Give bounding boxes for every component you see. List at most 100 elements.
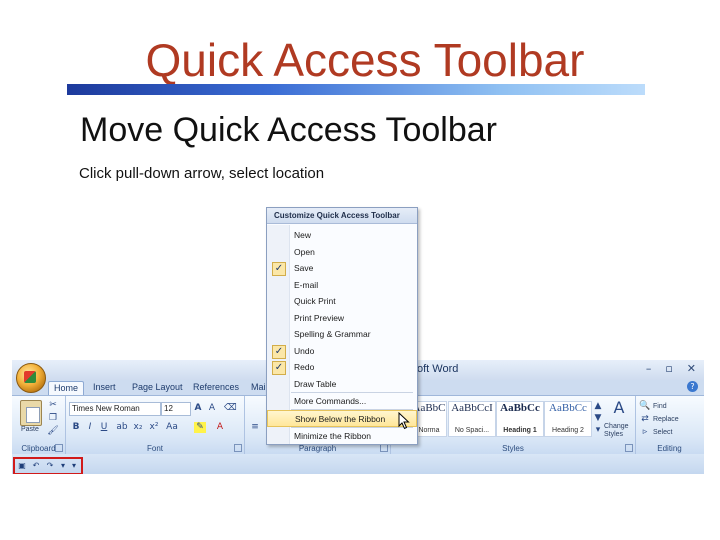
quick-access-toolbar-row — [12, 454, 704, 474]
style-preview: AaBbCc — [500, 402, 540, 414]
style-name: Heading 1 — [503, 427, 537, 434]
slide-subtitle: Move Quick Access Toolbar — [80, 111, 497, 149]
cut-icon[interactable]: ✂ — [47, 400, 59, 411]
menu-item-spelling-grammar[interactable]: Spelling & Grammar — [267, 326, 417, 343]
tab-references[interactable]: References — [188, 381, 244, 394]
menu-item-label: Minimize the Ribbon — [294, 431, 372, 441]
menu-item-draw-table[interactable]: Draw Table — [267, 376, 417, 393]
format-painter-icon[interactable]: 🖌 — [47, 426, 59, 437]
minimize-icon[interactable]: – — [646, 362, 652, 375]
group-clipboard: Paste ✂ ❐ 🖌 Clipboard — [12, 396, 66, 454]
find-icon: 🔍 — [639, 401, 651, 411]
shrink-font-icon[interactable]: A — [206, 403, 218, 414]
menu-item-label: E-mail — [294, 279, 319, 290]
style-no-spacing[interactable]: AaBbCcI No Spaci... — [448, 401, 496, 437]
slide-instruction: Click pull-down arrow, select location — [79, 165, 325, 182]
style-preview: AaBbCc — [549, 402, 587, 414]
menu-item-minimize-ribbon[interactable]: Minimize the Ribbon — [267, 428, 417, 445]
menu-item-label: Open — [294, 246, 315, 257]
tab-home[interactable]: Home — [48, 381, 85, 395]
checkmark-icon: ✓ — [272, 262, 286, 276]
tab-page-layout[interactable]: Page Layout — [127, 381, 188, 394]
styles-launcher-icon[interactable] — [625, 444, 633, 452]
clear-format-icon[interactable]: ⌫ — [224, 403, 237, 414]
superscript-icon[interactable]: x² — [148, 422, 160, 433]
menu-item-open[interactable]: Open — [267, 244, 417, 261]
style-heading-2[interactable]: AaBbCc Heading 2 — [544, 401, 592, 437]
slide-title: Quick Access Toolbar — [145, 34, 585, 86]
paste-icon[interactable] — [20, 400, 42, 426]
style-name: Heading 2 — [552, 427, 584, 434]
font-size-select[interactable]: 12 — [161, 402, 191, 416]
quick-access-toolbar-highlight — [13, 457, 83, 474]
copy-icon[interactable]: ❐ — [47, 413, 59, 424]
checkmark-icon: ✓ — [272, 361, 286, 375]
menu-item-quick-print[interactable]: Quick Print — [267, 293, 417, 310]
menu-item-new[interactable]: New — [267, 227, 417, 244]
group-editing: 🔍 Find ⇄ Replace ▹ Select Editing — [636, 396, 703, 454]
styles-scroll-up-icon[interactable]: ▲ — [592, 401, 604, 412]
menu-item-more-commands[interactable]: More Commands... — [267, 393, 417, 410]
menu-item-label: Spelling & Grammar — [294, 329, 371, 339]
italic-icon[interactable]: I — [84, 422, 96, 433]
office-button-icon[interactable] — [16, 363, 46, 393]
help-icon[interactable]: ? — [687, 381, 698, 392]
align-left-icon[interactable]: ≡ — [249, 422, 261, 433]
group-styles: AaBbC Norma AaBbCcI No Spaci... AaBbCc H… — [391, 396, 636, 454]
menu-item-label: More Commands... — [294, 396, 367, 406]
tab-insert[interactable]: Insert — [88, 381, 121, 394]
find-button[interactable]: Find — [653, 403, 667, 410]
font-color-icon[interactable]: A — [214, 422, 226, 433]
menu-item-label: Quick Print — [294, 296, 336, 306]
strikethrough-icon[interactable]: ab — [116, 422, 128, 433]
change-styles-icon[interactable]: A — [609, 399, 629, 417]
underline-icon[interactable]: U — [98, 422, 110, 433]
close-icon[interactable]: ✕ — [687, 362, 696, 375]
menu-item-label: Redo — [294, 362, 315, 372]
styles-scroll-down-icon[interactable]: ▼ — [592, 413, 604, 424]
replace-button[interactable]: Replace — [653, 416, 679, 423]
highlight-icon[interactable]: ✎ — [194, 422, 206, 433]
style-name: No Spaci... — [454, 427, 490, 434]
customize-qat-menu: Customize Quick Access Toolbar New Open … — [266, 207, 418, 445]
menu-item-label: Undo — [294, 345, 315, 356]
select-button[interactable]: Select — [653, 429, 672, 436]
group-label-paragraph: Paragraph — [298, 444, 337, 453]
word-app-title: oft Word — [417, 363, 459, 375]
menu-item-save[interactable]: ✓ Save — [267, 260, 417, 277]
title-underline-bar — [67, 84, 645, 95]
group-label-editing: Editing — [657, 444, 682, 453]
menu-item-show-below-ribbon[interactable]: Show Below the Ribbon — [267, 410, 417, 427]
menu-item-undo[interactable]: ✓ Undo — [267, 343, 417, 360]
replace-icon: ⇄ — [641, 414, 649, 424]
style-preview: AaBbCcI — [451, 402, 493, 414]
grow-font-icon[interactable]: A — [192, 403, 204, 414]
menu-item-redo[interactable]: ✓ Redo — [267, 359, 417, 376]
group-font: Times New Roman 12 A A ⌫ B I U ab x₂ x² … — [66, 396, 245, 454]
font-name-select[interactable]: Times New Roman — [69, 402, 161, 416]
menu-item-label: Print Preview — [294, 312, 345, 323]
select-icon: ▹ — [642, 427, 648, 437]
menu-item-label: New — [294, 230, 312, 240]
window-controls: – ▫ ✕ — [646, 362, 696, 375]
group-label-font: Font — [146, 444, 163, 453]
menu-item-email[interactable]: E-mail — [267, 277, 417, 294]
checkmark-icon: ✓ — [272, 344, 286, 359]
menu-item-label: Show Below the Ribbon — [295, 414, 386, 424]
clipboard-launcher-icon[interactable] — [55, 444, 63, 452]
menu-item-print-preview[interactable]: Print Preview — [267, 310, 417, 327]
styles-more-icon[interactable]: ▾ — [592, 425, 604, 436]
group-label-styles: Styles — [502, 444, 524, 453]
change-styles-label[interactable]: Change Styles — [604, 423, 634, 439]
subscript-icon[interactable]: x₂ — [132, 422, 144, 433]
menu-header: Customize Quick Access Toolbar — [267, 208, 417, 224]
style-heading-1[interactable]: AaBbCc Heading 1 — [496, 401, 544, 437]
restore-icon[interactable]: ▫ — [665, 362, 672, 375]
change-case-icon[interactable]: Aa — [166, 422, 178, 433]
menu-item-label: Draw Table — [294, 378, 337, 389]
menu-item-label: Save — [294, 263, 314, 273]
paragraph-launcher-icon[interactable] — [380, 444, 388, 452]
bold-icon[interactable]: B — [70, 422, 82, 433]
paste-label: Paste — [21, 426, 39, 433]
font-launcher-icon[interactable] — [234, 444, 242, 452]
